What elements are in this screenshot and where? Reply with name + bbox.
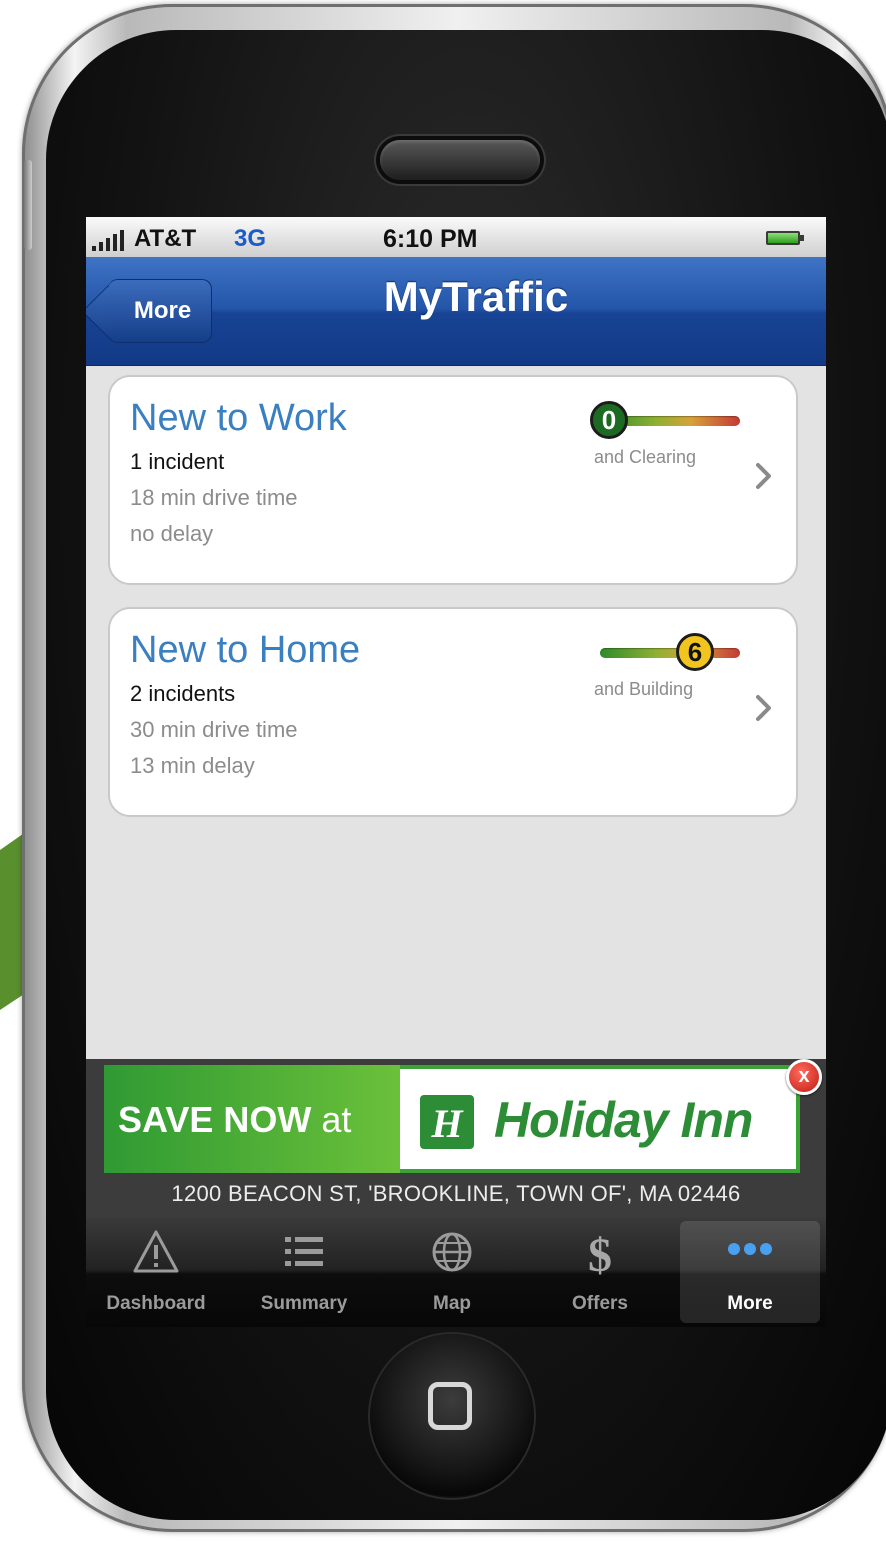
route-incidents: 1 incident xyxy=(130,449,225,474)
signal-strength-icon xyxy=(92,229,132,251)
holiday-inn-logo-icon: H xyxy=(420,1095,474,1149)
route-drive-time: 18 min drive time xyxy=(130,485,298,510)
chevron-right-icon xyxy=(756,463,771,489)
ad-promo-text: SAVE NOW at xyxy=(118,1099,352,1140)
chevron-right-icon xyxy=(756,695,771,721)
route-incidents: 2 incidents xyxy=(130,681,236,706)
traffic-trend-meter: 0 xyxy=(590,401,750,443)
warning-icon xyxy=(133,1230,179,1273)
svg-text:H: H xyxy=(430,1101,464,1146)
phone-screen: AT&T 3G 6:10 PM More MyTraffic New to Wo… xyxy=(86,217,826,1327)
tab-offers[interactable]: $ Offers xyxy=(530,1221,670,1323)
more-icon xyxy=(728,1243,772,1255)
ad-logo-panel: H Holiday Inn xyxy=(400,1065,800,1173)
trend-label: and Building xyxy=(594,679,694,699)
ad-banner[interactable]: SAVE NOW at H Holiday Inn 1200 BEACON ST… xyxy=(86,1059,826,1217)
navigation-bar: More MyTraffic xyxy=(86,257,826,366)
back-button[interactable]: More xyxy=(108,279,212,343)
phone-speaker xyxy=(380,140,540,180)
network-type: 3G xyxy=(234,225,267,252)
globe-icon xyxy=(432,1232,472,1272)
tab-label: Map xyxy=(433,1293,471,1314)
status-time: 6:10 PM xyxy=(383,225,478,253)
route-card-work[interactable]: New to Work 1 incident 18 min drive time… xyxy=(108,375,798,585)
tab-dashboard[interactable]: Dashboard xyxy=(86,1221,226,1323)
tab-map[interactable]: Map xyxy=(382,1221,522,1323)
route-name: New to Home xyxy=(130,629,361,671)
tab-label: Offers xyxy=(572,1293,628,1314)
home-button[interactable] xyxy=(370,1334,534,1498)
route-delay: 13 min delay xyxy=(130,753,255,778)
svg-text:$: $ xyxy=(588,1229,612,1277)
tab-more[interactable]: More xyxy=(680,1221,820,1323)
route-delay: no delay xyxy=(130,521,214,546)
route-card-home[interactable]: New to Home 2 incidents 30 min drive tim… xyxy=(108,607,798,817)
tab-label: Summary xyxy=(260,1293,348,1314)
close-ad-icon[interactable]: x xyxy=(786,1059,822,1095)
route-name: New to Work xyxy=(130,397,347,439)
list-icon xyxy=(285,1237,323,1266)
route-drive-time: 30 min drive time xyxy=(130,717,298,742)
traffic-trend-meter: 6 xyxy=(590,633,750,675)
phone-side-button xyxy=(24,160,32,250)
tab-summary[interactable]: Summary xyxy=(234,1221,374,1323)
ad-brand-name: Holiday Inn xyxy=(494,1092,753,1148)
tab-label: Dashboard xyxy=(106,1293,206,1314)
home-square-icon xyxy=(428,1382,472,1430)
tab-bar: Dashboard Summary Map $ Offers More xyxy=(86,1217,826,1327)
status-bar: AT&T 3G 6:10 PM xyxy=(86,217,826,257)
dollar-icon: $ xyxy=(588,1229,612,1277)
trend-label: and Clearing xyxy=(594,447,697,467)
battery-icon xyxy=(766,231,804,245)
carrier-name: AT&T xyxy=(134,225,197,252)
trend-badge: 0 xyxy=(590,401,628,439)
tab-label: More xyxy=(727,1293,773,1314)
trend-badge: 6 xyxy=(676,633,714,671)
ad-address: 1200 BEACON ST, 'BROOKLINE, TOWN OF', MA… xyxy=(171,1181,741,1206)
